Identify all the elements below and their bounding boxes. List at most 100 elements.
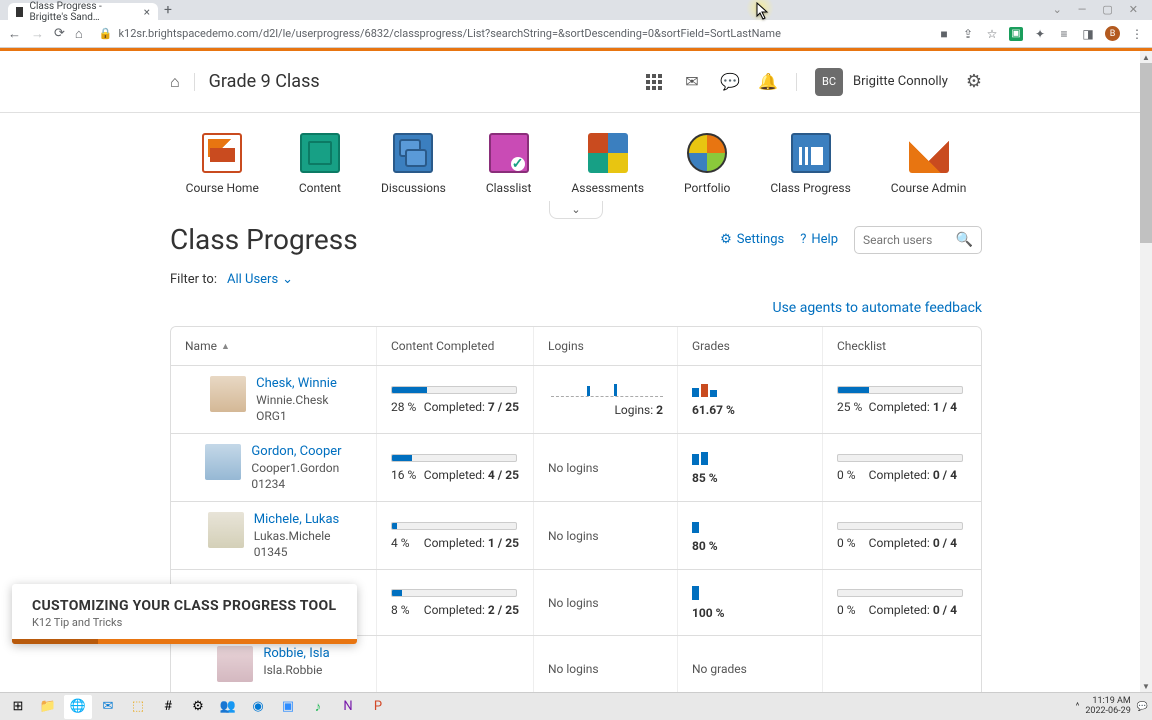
start-button[interactable]: ⊞ — [4, 695, 32, 719]
star-icon[interactable]: ☆ — [985, 27, 999, 41]
student-name-link[interactable]: Gordon, Cooper — [251, 444, 341, 459]
logins-cell[interactable]: No logins — [534, 434, 678, 501]
browser-tab[interactable]: Class Progress - Brigitte's Sand… × — [8, 3, 158, 20]
share-icon[interactable]: ⇪ — [961, 27, 975, 41]
logins-cell[interactable]: No logins — [534, 636, 678, 692]
slack-icon[interactable]: # — [154, 695, 182, 719]
grades-cell[interactable]: 85 % — [678, 434, 823, 501]
col-checklist[interactable]: Checklist — [823, 327, 971, 365]
nav-item-content[interactable]: Content — [299, 133, 341, 195]
teams-icon[interactable]: 👥 — [214, 695, 242, 719]
reload-icon[interactable]: ⟳ — [54, 26, 65, 41]
maximize-icon[interactable]: ▢ — [1102, 3, 1112, 16]
extensions-icon[interactable]: ✦ — [1033, 27, 1047, 41]
nav-item-portfolio[interactable]: Portfolio — [684, 133, 730, 195]
outlook-icon[interactable]: ✉ — [94, 695, 122, 719]
checklist-cell[interactable]: 0 %Completed: 0 / 4 — [823, 570, 971, 635]
user-menu[interactable]: BC Brigitte Connolly — [815, 68, 948, 96]
tip-popup[interactable]: CUSTOMIZING YOUR CLASS PROGRESS TOOL K12… — [12, 584, 357, 644]
nav-item-assessments[interactable]: Assessments — [571, 133, 644, 195]
grades-cell[interactable]: 80 % — [678, 502, 823, 569]
mail-icon[interactable]: ✉ — [682, 72, 702, 92]
logins-cell[interactable]: No logins — [534, 570, 678, 635]
settings-icon[interactable]: ⚙ — [184, 695, 212, 719]
profile-icon[interactable]: B — [1105, 26, 1120, 41]
student-avatar[interactable] — [210, 376, 246, 412]
content-cell[interactable]: 28 %Completed: 7 / 25 — [377, 366, 534, 433]
grades-cell[interactable]: No grades — [678, 636, 823, 692]
gear-icon[interactable]: ⚙ — [966, 71, 982, 92]
nav-item-course-home[interactable]: Course Home — [186, 133, 259, 195]
side-panel-icon[interactable]: ◨ — [1081, 27, 1095, 41]
minimize-icon[interactable]: — — [1078, 3, 1087, 16]
edge-icon[interactable]: ◉ — [244, 695, 272, 719]
content-cell[interactable]: 8 %Completed: 2 / 25 — [377, 570, 534, 635]
bell-icon[interactable]: 🔔 — [758, 72, 778, 92]
checklist-cell[interactable]: 0 %Completed: 0 / 4 — [823, 434, 971, 501]
menu-icon[interactable]: ⋮ — [1130, 27, 1144, 41]
content-cell[interactable]: 4 %Completed: 1 / 25 — [377, 502, 534, 569]
student-avatar[interactable] — [217, 646, 253, 682]
tab-close-icon[interactable]: × — [144, 5, 150, 19]
chat-icon[interactable]: 💬 — [720, 72, 740, 92]
app-1-icon[interactable]: ⬚ — [124, 695, 152, 719]
forward-icon[interactable]: → — [31, 26, 44, 42]
student-name-link[interactable]: Chesk, Winnie — [256, 376, 337, 391]
checklist-cell[interactable]: 25 %Completed: 1 / 4 — [823, 366, 971, 433]
scroll-down-icon[interactable]: ▼ — [1140, 680, 1152, 692]
content-cell[interactable]: 16 %Completed: 4 / 25 — [377, 434, 534, 501]
col-name[interactable]: Name▲ — [171, 327, 377, 365]
chrome-icon[interactable]: 🌐 — [64, 695, 92, 719]
nav-item-discussions[interactable]: Discussions — [381, 133, 446, 195]
grade-bars — [692, 451, 808, 465]
student-name-link[interactable]: Michele, Lukas — [254, 512, 339, 527]
help-link[interactable]: ? Help — [800, 232, 838, 247]
apps-icon[interactable] — [644, 72, 664, 92]
video-icon[interactable]: ■ — [937, 27, 951, 41]
org-home-icon[interactable]: ⌂ — [170, 72, 180, 92]
tray-chevron-icon[interactable]: ^ — [1076, 702, 1080, 712]
url-field[interactable]: 🔒 k12sr.brightspacedemo.com/d2l/le/userp… — [91, 27, 929, 40]
logins-cell[interactable]: Logins: 2 — [534, 366, 678, 433]
home-icon[interactable]: ⌂ — [75, 26, 83, 42]
back-icon[interactable]: ← — [8, 26, 21, 42]
search-users[interactable]: 🔍 — [854, 226, 982, 254]
browser-tab-strip: Class Progress - Brigitte's Sand… × + ⌄ … — [0, 0, 1152, 20]
nav-item-classlist[interactable]: Classlist — [486, 133, 532, 195]
new-tab-button[interactable]: + — [158, 2, 178, 18]
search-input[interactable] — [863, 233, 956, 247]
nav-expand-icon[interactable]: ⌄ — [549, 201, 603, 219]
chevron-down-icon[interactable]: ⌄ — [1053, 3, 1062, 16]
col-logins[interactable]: Logins — [534, 327, 678, 365]
extension-1-icon[interactable]: ▣ — [1009, 27, 1023, 41]
spotify-icon[interactable]: ♪ — [304, 695, 332, 719]
filter-dropdown[interactable]: All Users ⌄ — [227, 272, 293, 287]
zoom-icon[interactable]: ▣ — [274, 695, 302, 719]
grades-cell[interactable]: 61.67 % — [678, 366, 823, 433]
course-title[interactable]: Grade 9 Class — [209, 71, 320, 92]
reading-list-icon[interactable]: ≡ — [1057, 27, 1071, 41]
onenote-icon[interactable]: N — [334, 695, 362, 719]
nav-item-course-admin[interactable]: Course Admin — [891, 133, 967, 195]
file-explorer-icon[interactable]: 📁 — [34, 695, 62, 719]
taskbar: ⊞ 📁 🌐 ✉ ⬚ # ⚙ 👥 ◉ ▣ ♪ N P ^ 11:19 AM 202… — [0, 692, 1152, 720]
progress-bar — [837, 522, 963, 530]
student-name-link[interactable]: Robbie, Isla — [263, 646, 329, 661]
table-row: Michele, Lukas Lukas.Michele 01345 4 %Co… — [171, 502, 981, 570]
grades-cell[interactable]: 100 % — [678, 570, 823, 635]
close-window-icon[interactable]: ✕ — [1129, 3, 1138, 16]
notifications-icon[interactable]: 💬 — [1137, 702, 1148, 712]
nav-item-class-progress[interactable]: Class Progress — [770, 133, 850, 195]
student-avatar[interactable] — [205, 444, 241, 480]
powerpoint-icon[interactable]: P — [364, 695, 392, 719]
student-avatar[interactable] — [208, 512, 244, 548]
checklist-cell[interactable]: 0 %Completed: 0 / 4 — [823, 502, 971, 569]
settings-link[interactable]: ⚙ Settings — [720, 232, 784, 247]
logins-cell[interactable]: No logins — [534, 502, 678, 569]
scroll-up-icon[interactable]: ▲ — [1140, 51, 1152, 63]
search-icon[interactable]: 🔍 — [956, 232, 973, 248]
agents-link[interactable]: Use agents to automate feedback — [773, 300, 983, 316]
col-content[interactable]: Content Completed — [377, 327, 534, 365]
col-grades[interactable]: Grades — [678, 327, 823, 365]
clock[interactable]: 11:19 AM 2022-06-29 — [1085, 697, 1130, 717]
